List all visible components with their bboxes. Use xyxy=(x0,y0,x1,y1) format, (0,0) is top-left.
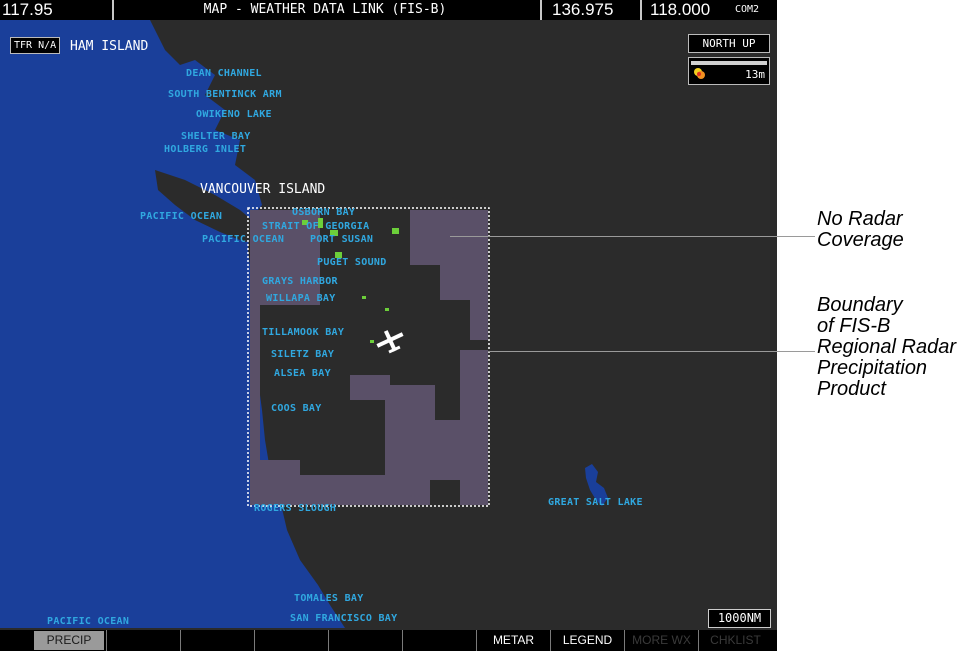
map-label-vancouver-island: VANCOUVER ISLAND xyxy=(200,182,326,197)
callout-line: Boundary xyxy=(817,294,903,316)
map-label-owikeno: OWIKENO LAKE xyxy=(196,109,272,120)
map-label-pacific-ocean: PACIFIC OCEAN xyxy=(47,616,130,627)
map-label-tillamook: TILLAMOOK BAY xyxy=(262,327,345,338)
map-range[interactable]: 1000NM xyxy=(708,609,771,628)
map-label-pacific-ocean: PACIFIC OCEAN xyxy=(140,211,223,222)
map-orientation-button[interactable]: NORTH UP xyxy=(688,34,770,53)
divider xyxy=(112,0,114,20)
softkey-precip[interactable]: PRECIP xyxy=(34,631,104,650)
precip-icon xyxy=(694,68,705,79)
map-label-willapa: WILLAPA BAY xyxy=(266,293,336,304)
map-label-great-salt-lake: GREAT SALT LAKE xyxy=(548,497,643,508)
map-label-port-susan: PORT SUSAN xyxy=(310,234,374,245)
softkey-6[interactable] xyxy=(403,631,476,650)
softkey-bar: PRECIP METAR LEGEND MORE WX CHKLIST xyxy=(0,630,777,651)
softkey-more-wx[interactable]: MORE WX xyxy=(625,631,698,650)
callout-line: No Radar xyxy=(817,208,903,230)
mfd-display: 117.95 MAP - WEATHER DATA LINK (FIS-B) 1… xyxy=(0,0,777,651)
map-label-tomales: TOMALES BAY xyxy=(294,593,364,604)
map-label-pacific-ocean: PACIFIC OCEAN xyxy=(202,234,285,245)
softkey-chklist[interactable]: CHKLIST xyxy=(699,631,772,650)
weather-map[interactable] xyxy=(0,20,777,628)
legend-age: 13m xyxy=(745,68,765,81)
precip-legend: 13m xyxy=(688,57,770,85)
callout-line: of FIS-B xyxy=(817,315,891,337)
callout-line: Product xyxy=(817,378,886,400)
callout-line: Coverage xyxy=(817,229,904,251)
divider xyxy=(640,0,642,20)
map-label-alsea: ALSEA BAY xyxy=(274,368,331,379)
com2-frequency[interactable]: 118.000 xyxy=(650,0,710,20)
map-label-osborn-bay: OSBORN BAY xyxy=(292,207,356,218)
softkey-3[interactable] xyxy=(181,631,254,650)
map-label-san-francisco: SAN FRANCISCO BAY xyxy=(290,613,398,624)
map-label-holberg: HOLBERG INLET xyxy=(164,144,247,155)
callout-line: Precipitation xyxy=(817,357,928,379)
softkey-legend[interactable]: LEGEND xyxy=(551,631,624,650)
tfr-status-badge: TFR N/A xyxy=(10,37,61,54)
map-label-strait-georgia: STRAIT OF GEORGIA xyxy=(262,221,370,232)
callout-line: Regional Radar xyxy=(817,336,956,358)
map-label-dean-channel: DEAN CHANNEL xyxy=(186,68,262,79)
map-label-grays-harbor: GRAYS HARBOR xyxy=(262,276,338,287)
nav-frequency[interactable]: 117.95 xyxy=(2,0,53,20)
map-label-graham-island: HAM ISLAND xyxy=(70,39,149,54)
callout-no-radar: No Radar Coverage xyxy=(817,209,904,251)
map-label-siletz: SILETZ BAY xyxy=(271,349,335,360)
page-title: MAP - WEATHER DATA LINK (FIS-B) xyxy=(203,2,447,17)
map-label-shelter-bay: SHELTER BAY xyxy=(181,131,251,142)
legend-bar xyxy=(691,61,767,65)
softkey-metar[interactable]: METAR xyxy=(477,631,550,650)
map-label-south-bentinck: SOUTH BENTINCK ARM xyxy=(168,89,282,100)
callout-boundary: Boundary of FIS-B Regional Radar Precipi… xyxy=(817,295,956,400)
leader-line-boundary xyxy=(488,351,815,352)
softkey-2[interactable] xyxy=(107,631,180,650)
softkey-4[interactable] xyxy=(255,631,328,650)
map-label-puget-sound: PUGET SOUND xyxy=(317,257,387,268)
map-label-rogers-slough: ROGERS SLOUGH xyxy=(254,503,337,514)
leader-line-no-radar xyxy=(450,236,815,237)
com2-label: COM2 xyxy=(735,4,760,15)
annotation-panel: No Radar Coverage Boundary of FIS-B Regi… xyxy=(777,0,977,651)
divider xyxy=(540,0,542,20)
top-status-bar: 117.95 MAP - WEATHER DATA LINK (FIS-B) 1… xyxy=(0,0,777,20)
com1-frequency[interactable]: 136.975 xyxy=(552,0,613,20)
map-label-coos: COOS BAY xyxy=(271,403,322,414)
softkey-5[interactable] xyxy=(329,631,402,650)
